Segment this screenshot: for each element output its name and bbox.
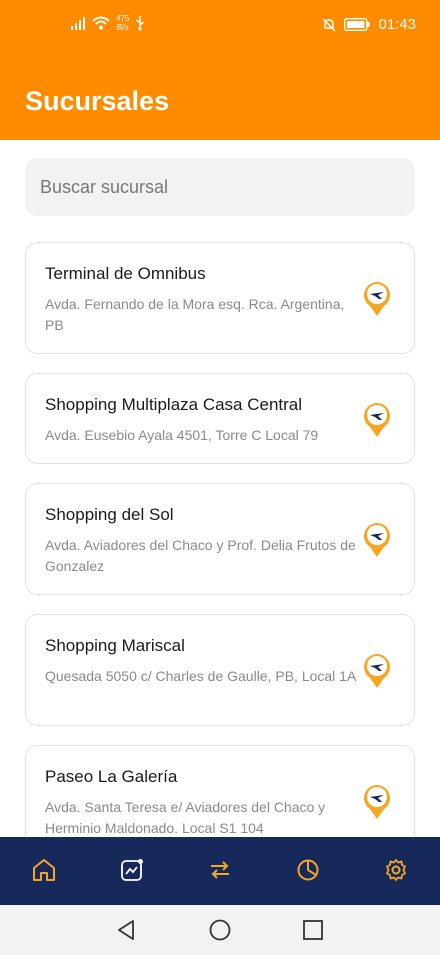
branch-address: Avda. Fernando de la Mora esq. Rca. Arge… xyxy=(45,296,345,333)
system-navigation-bar xyxy=(0,905,440,955)
nav-transfer[interactable] xyxy=(205,855,235,885)
home-circle-icon[interactable] xyxy=(208,918,232,942)
branch-card[interactable]: Paseo La Galería Avda. Santa Teresa e/ A… xyxy=(25,745,415,837)
signal-icon xyxy=(71,17,85,30)
net-speed-unit: B/s xyxy=(116,23,129,32)
search-input[interactable] xyxy=(25,158,415,216)
map-pin-plane-icon[interactable] xyxy=(362,520,392,558)
bottom-navigation xyxy=(0,837,440,905)
nav-reports[interactable] xyxy=(293,855,323,885)
branch-name: Shopping Multiplaza Casa Central xyxy=(45,395,303,414)
settings-gear-icon xyxy=(386,859,406,881)
status-left: 475 B/s xyxy=(70,14,145,32)
map-pin-plane-icon[interactable] xyxy=(362,279,392,317)
nav-chart[interactable] xyxy=(117,855,147,885)
net-speed-value: 475 xyxy=(116,14,130,23)
map-pin-plane-icon[interactable] xyxy=(362,400,392,438)
page-title: Sucursales xyxy=(25,86,170,116)
map-pin-plane-icon[interactable] xyxy=(362,651,392,689)
branch-card[interactable]: Shopping Mariscal Quesada 5050 c/ Charle… xyxy=(25,614,415,726)
branch-card[interactable]: Terminal de Omnibus Avda. Fernando de la… xyxy=(25,242,415,354)
clock: 01:43 xyxy=(378,16,416,33)
status-bar: 475 B/s 01:43 xyxy=(0,0,440,50)
branch-name: Shopping del Sol xyxy=(45,505,174,524)
back-triangle-icon[interactable] xyxy=(114,918,138,942)
branch-address: Avda. Aviadores del Chaco y Prof. Delia … xyxy=(45,537,356,574)
net-speed: 475 B/s xyxy=(116,14,129,32)
branch-name: Shopping Mariscal xyxy=(45,636,185,655)
nav-home[interactable] xyxy=(29,855,59,885)
app-header: 475 B/s 01:43 Sucursales xyxy=(0,0,440,140)
map-pin-plane-icon[interactable] xyxy=(362,782,392,820)
branch-address: Avda. Santa Teresa e/ Aviadores del Chac… xyxy=(45,799,326,836)
mute-bell-icon xyxy=(322,18,336,31)
usb-icon xyxy=(136,16,145,31)
branch-address: Quesada 5050 c/ Charles de Gaulle, PB, L… xyxy=(45,668,357,684)
battery-icon xyxy=(344,18,370,31)
branch-address: Avda. Eusebio Ayala 4501, Torre C Local … xyxy=(45,427,319,443)
pie-chart-icon xyxy=(297,859,319,881)
nav-settings[interactable] xyxy=(381,855,411,885)
branch-name: Terminal de Omnibus xyxy=(45,264,206,283)
branch-card[interactable]: Shopping del Sol Avda. Aviadores del Cha… xyxy=(25,483,415,595)
status-right: 01:43 xyxy=(322,16,416,33)
home-icon xyxy=(33,859,55,881)
chart-trend-icon xyxy=(121,859,143,881)
branch-card[interactable]: Shopping Multiplaza Casa Central Avda. E… xyxy=(25,373,415,464)
recents-square-icon[interactable] xyxy=(301,918,325,942)
branch-name: Paseo La Galería xyxy=(45,767,178,786)
transfer-arrows-icon xyxy=(211,861,229,879)
branch-list-area[interactable]: Terminal de Omnibus Avda. Fernando de la… xyxy=(0,140,440,837)
wifi-icon xyxy=(92,16,110,30)
